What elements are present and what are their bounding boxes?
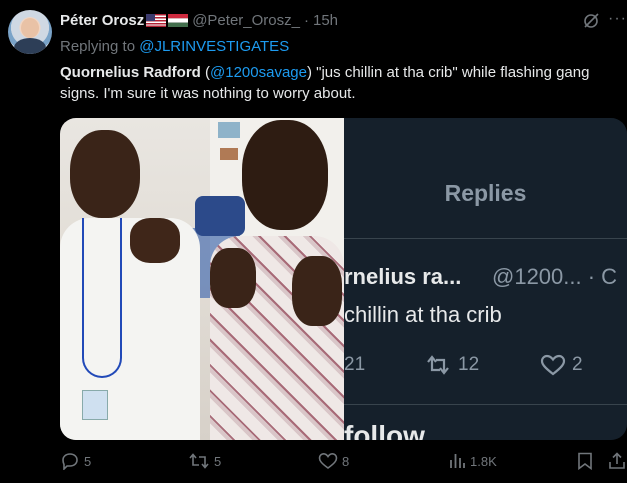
author-handle[interactable]: @Peter_Orosz_ bbox=[192, 12, 300, 29]
reply-retweet-value: 12 bbox=[458, 354, 480, 375]
reply-comment-value: 21 bbox=[344, 354, 366, 375]
repost-button[interactable]: 5 bbox=[188, 452, 221, 470]
bookmark-icon bbox=[578, 452, 592, 470]
replying-prefix: Replying to bbox=[60, 38, 140, 55]
divider bbox=[344, 238, 627, 239]
quoted-handle-link[interactable]: @1200savage bbox=[210, 64, 307, 81]
follow-text: follow bbox=[344, 420, 425, 440]
heart-icon bbox=[540, 354, 566, 376]
like-button[interactable]: 8 bbox=[318, 452, 349, 470]
hungary-flag-icon bbox=[168, 14, 189, 27]
timestamp[interactable]: 15h bbox=[313, 12, 338, 29]
tweet-media[interactable]: Replies rnelius ra... @1200... · C chill… bbox=[60, 118, 627, 440]
reply-text: chillin at tha crib bbox=[344, 302, 502, 327]
repost-count: 5 bbox=[214, 453, 222, 469]
replying-to: Replying to @JLRINVESTIGATES bbox=[60, 38, 289, 55]
share-icon bbox=[609, 452, 625, 469]
reply-button[interactable]: 5 bbox=[60, 452, 91, 470]
author-name[interactable]: Péter Orosz bbox=[60, 12, 144, 29]
views-button[interactable]: 1.8K bbox=[448, 452, 497, 470]
avatar[interactable] bbox=[8, 10, 52, 54]
share-button[interactable] bbox=[608, 452, 627, 470]
us-flag-icon bbox=[146, 14, 167, 27]
reply-icon bbox=[62, 453, 78, 470]
bookmark-button[interactable] bbox=[577, 452, 597, 470]
reply-comment-count: 21 bbox=[344, 354, 365, 376]
quoted-name: Quornelius Radford bbox=[60, 64, 201, 81]
embedded-screenshot[interactable]: Replies rnelius ra... @1200... · C chill… bbox=[344, 118, 627, 440]
reply-author-handle: @1200... · C bbox=[492, 264, 618, 289]
separator-dot: · bbox=[303, 12, 309, 29]
like-count: 8 bbox=[342, 453, 350, 469]
reply-retweet-count: 12 bbox=[424, 354, 479, 376]
reply-author-name: rnelius ra... bbox=[344, 264, 462, 289]
retweet-icon bbox=[427, 355, 449, 375]
text-open: ( bbox=[200, 64, 211, 81]
replies-title: Replies bbox=[444, 180, 527, 206]
action-bar: 5 5 8 1.8K bbox=[60, 452, 627, 476]
photo[interactable] bbox=[60, 118, 344, 440]
reply-like-value: 2 bbox=[572, 354, 583, 375]
tweet-text: Quornelius Radford (@1200savage) "jus ch… bbox=[60, 62, 620, 104]
reply-count: 5 bbox=[84, 453, 92, 469]
views-count: 1.8K bbox=[470, 453, 497, 469]
divider bbox=[344, 404, 627, 405]
reply-like-count: 2 bbox=[540, 354, 583, 376]
more-icon[interactable]: ··· bbox=[608, 10, 627, 28]
grok-icon[interactable] bbox=[582, 12, 600, 30]
views-icon bbox=[450, 454, 465, 468]
tweet-header: Péter Orosz @Peter_Orosz_ · 15h bbox=[60, 12, 338, 29]
like-icon bbox=[318, 452, 338, 469]
repost-icon bbox=[189, 453, 209, 469]
replying-mention-link[interactable]: @JLRINVESTIGATES bbox=[139, 38, 289, 55]
